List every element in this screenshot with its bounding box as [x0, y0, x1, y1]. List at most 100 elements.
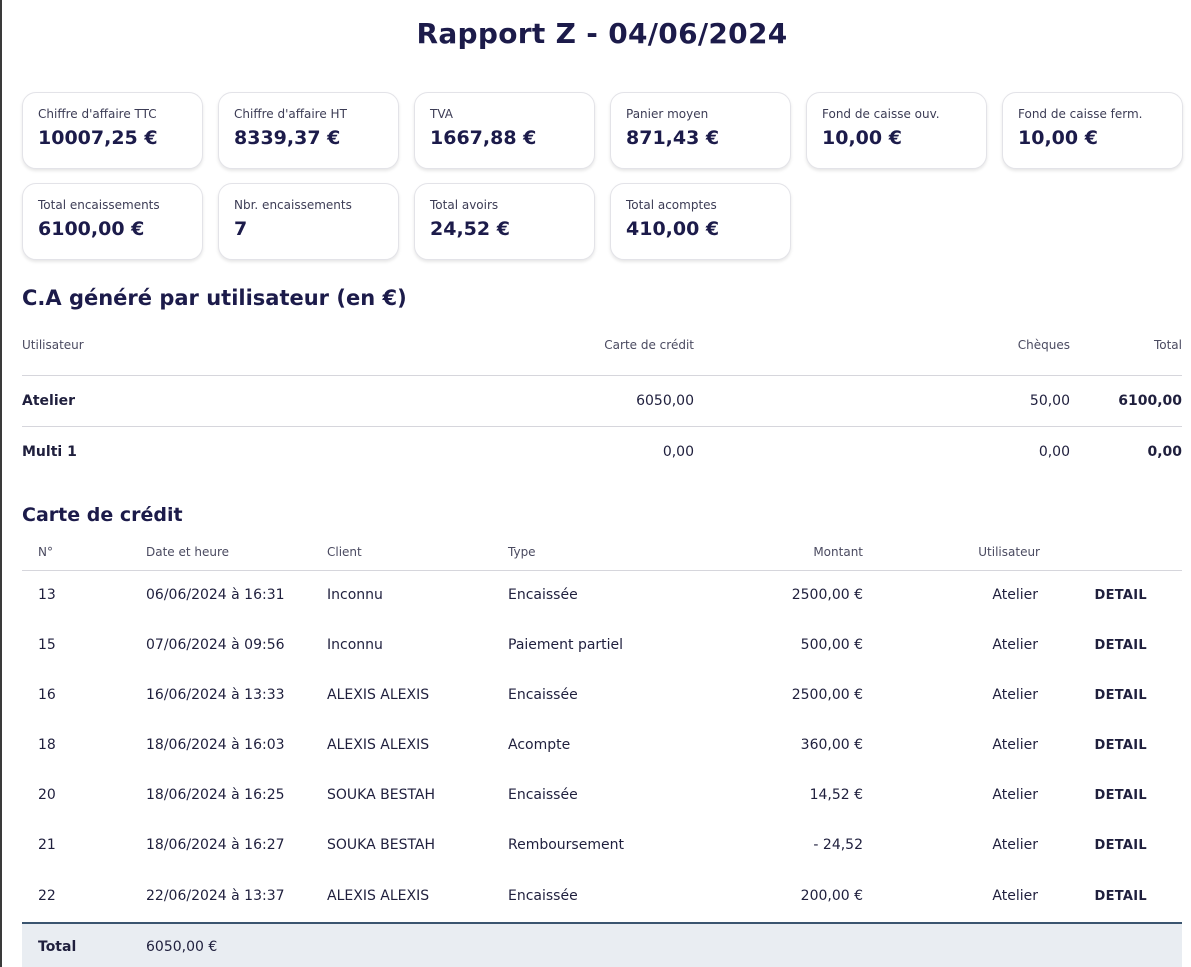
credit-card-table: N° Date et heure Client Type Montant Uti…	[22, 545, 1182, 967]
transaction-client: SOUKA BESTAH	[327, 787, 436, 803]
transaction-datetime: 18/06/2024 à 16:25	[146, 787, 285, 803]
user-name: Atelier	[22, 375, 412, 427]
card-panier-moyen: Panier moyen 871,43 €	[610, 92, 791, 169]
transaction-user: Atelier	[992, 787, 1038, 803]
card-tva: TVA 1667,88 €	[414, 92, 595, 169]
card-label: Fond de caisse ferm.	[1018, 107, 1143, 121]
total-empty-cell	[327, 923, 508, 967]
transaction-user: Atelier	[992, 587, 1038, 604]
detail-button[interactable]: DETAIL	[1044, 770, 1182, 820]
card-nbr-encaissements: Nbr. encaissements 7	[218, 183, 399, 260]
detail-button[interactable]: DETAIL	[1044, 620, 1182, 670]
column-header-num: N°	[22, 545, 146, 571]
card-value: 10007,25 €	[38, 127, 158, 149]
table-header-row: N° Date et heure Client Type Montant Uti…	[22, 545, 1182, 571]
table-row: 20 18/06/2024 à 16:25 SOUKA BESTAH Encai…	[22, 770, 1182, 820]
card-total-acomptes: Total acomptes 410,00 €	[610, 183, 791, 260]
detail-button[interactable]: DETAIL	[1044, 670, 1182, 720]
card-value: 10,00 €	[1018, 127, 1098, 149]
column-header-client: Client	[327, 545, 508, 571]
column-header-actions	[1044, 545, 1182, 571]
summary-cards: Chiffre d'affaire TTC 10007,25 € Chiffre…	[22, 92, 1183, 260]
transaction-type: Encaissée	[508, 787, 578, 803]
transaction-client: Inconnu	[327, 587, 383, 604]
table-row: 13 06/06/2024 à 16:31 Inconnu Encaissée …	[22, 570, 1182, 620]
transaction-number: 15	[38, 637, 56, 653]
transaction-number: 13	[38, 587, 56, 604]
transaction-user: Atelier	[992, 687, 1038, 703]
total-value: 6050,00 €	[146, 923, 327, 967]
column-header-cheques: Chèques	[694, 337, 1070, 376]
card-label: Fond de caisse ouv.	[822, 107, 940, 121]
table-row: 16 16/06/2024 à 13:33 ALEXIS ALEXIS Enca…	[22, 670, 1182, 720]
column-header-total: Total	[1070, 337, 1182, 376]
total-amount: 0,00	[1147, 443, 1182, 460]
detail-button[interactable]: DETAIL	[1044, 870, 1182, 924]
card-total-encaissements: Total encaissements 6100,00 €	[22, 183, 203, 260]
total-empty-cell	[508, 923, 688, 967]
transaction-client: SOUKA BESTAH	[327, 837, 436, 853]
transaction-amount: - 24,52	[813, 837, 863, 853]
transaction-user: Atelier	[992, 737, 1038, 753]
column-header-montant: Montant	[688, 545, 863, 571]
transaction-datetime: 07/06/2024 à 09:56	[146, 637, 285, 653]
card-value: 1667,88 €	[430, 127, 537, 149]
card-ca-ht: Chiffre d'affaire HT 8339,37 €	[218, 92, 399, 169]
transaction-user: Atelier	[863, 870, 1044, 924]
card-ca-ttc: Chiffre d'affaire TTC 10007,25 €	[22, 92, 203, 169]
table-row: Multi 1 0,00 0,00 0,00	[22, 426, 1182, 477]
cheques-amount: 50,00	[694, 375, 1070, 427]
transaction-type: Acompte	[508, 737, 571, 753]
column-header-date: Date et heure	[146, 545, 327, 571]
table-row: 21 18/06/2024 à 16:27 SOUKA BESTAH Rembo…	[22, 820, 1182, 870]
transaction-type: Encaissée	[508, 870, 688, 924]
column-header-utilisateur: Utilisateur	[22, 337, 412, 376]
column-header-carte-credit: Carte de crédit	[412, 337, 694, 376]
report-page: Rapport Z - 04/06/2024 Chiffre d'affaire…	[22, 0, 1183, 967]
transaction-amount: 2500,00 €	[791, 587, 863, 604]
transaction-user: Atelier	[992, 637, 1038, 653]
total-amount: 6100,00	[1070, 375, 1182, 427]
transaction-datetime: 18/06/2024 à 16:03	[146, 737, 285, 753]
total-empty-cell	[1044, 923, 1182, 967]
transaction-datetime: 22/06/2024 à 13:37	[146, 870, 327, 924]
transaction-client: ALEXIS ALEXIS	[327, 687, 430, 703]
total-empty-cell	[863, 923, 1044, 967]
cheques-amount: 0,00	[1038, 443, 1070, 460]
transaction-amount: 500,00 €	[800, 637, 863, 653]
transaction-user: Atelier	[992, 837, 1038, 853]
table-row: 18 18/06/2024 à 16:03 ALEXIS ALEXIS Acom…	[22, 720, 1182, 770]
transaction-amount: 14,52 €	[809, 787, 863, 803]
card-label: Panier moyen	[626, 107, 709, 121]
detail-button[interactable]: DETAIL	[1044, 570, 1182, 620]
transaction-number: 21	[38, 837, 56, 853]
credit-card-section-title: Carte de crédit	[22, 504, 183, 526]
table-header-row: Utilisateur Carte de crédit Chèques Tota…	[22, 337, 1182, 376]
transaction-amount: 2500,00 €	[791, 687, 863, 703]
transaction-datetime: 06/06/2024 à 16:31	[146, 587, 285, 604]
card-label: Chiffre d'affaire HT	[234, 107, 347, 121]
card-label: Chiffre d'affaire TTC	[38, 107, 157, 121]
total-label: Total	[22, 923, 146, 967]
card-total-avoirs: Total avoirs 24,52 €	[414, 183, 595, 260]
transaction-number: 20	[38, 787, 56, 803]
transaction-type: Paiement partiel	[508, 637, 624, 653]
transaction-number: 16	[38, 687, 56, 703]
card-value: 871,43 €	[626, 127, 720, 149]
transaction-type: Encaissée	[508, 587, 578, 604]
transaction-number: 22	[22, 870, 146, 924]
card-value: 8339,37 €	[234, 127, 341, 149]
card-value: 10,00 €	[822, 127, 902, 149]
card-value: 24,52 €	[430, 218, 510, 240]
card-label: Total encaissements	[38, 198, 160, 212]
total-row: Total 6050,00 €	[22, 923, 1182, 967]
card-fond-caisse-ouv: Fond de caisse ouv. 10,00 €	[806, 92, 987, 169]
detail-button[interactable]: DETAIL	[1044, 820, 1182, 870]
users-section-title: C.A généré par utilisateur (en €)	[22, 286, 407, 310]
transaction-client: Inconnu	[327, 637, 383, 653]
card-label: TVA	[430, 107, 453, 121]
transaction-datetime: 18/06/2024 à 16:27	[146, 837, 285, 853]
card-label: Total acomptes	[626, 198, 717, 212]
detail-button[interactable]: DETAIL	[1044, 720, 1182, 770]
users-revenue-table: Utilisateur Carte de crédit Chèques Tota…	[22, 337, 1182, 477]
